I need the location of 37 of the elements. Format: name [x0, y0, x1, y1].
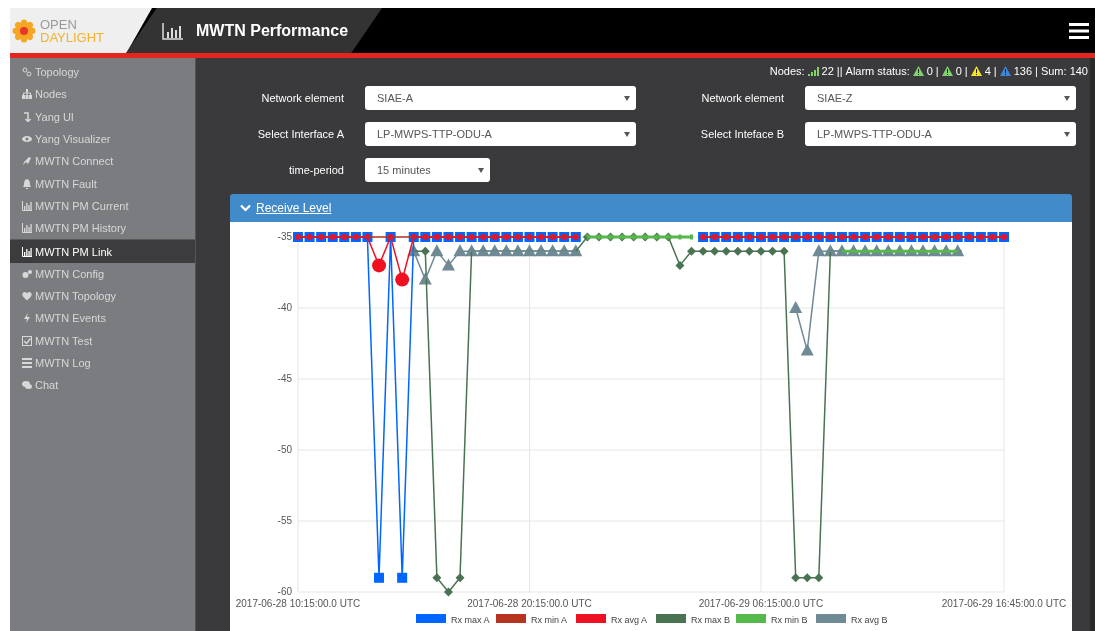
status-text: Nodes:: [769, 65, 805, 77]
axis-label: -50: [277, 444, 292, 455]
status-text: 0: [955, 65, 962, 77]
axis-label: 2017-06-28 10:15:00.0 UTC: [235, 598, 361, 609]
status-text: 136: [1013, 65, 1033, 77]
status-text: |: [993, 65, 997, 77]
status-text: |: [964, 65, 968, 77]
axis-label: 2017-06-29 16:45:00.0 UTC: [941, 598, 1067, 609]
axis-label: -55: [277, 515, 292, 526]
legend-label: Rx avg A: [611, 615, 648, 625]
axis-label: 2017-06-29 06:15:00.0 UTC: [698, 598, 824, 609]
axis-label: -40: [277, 302, 292, 313]
logo-text: DAYLIGHT: [40, 30, 105, 44]
status-text: 0: [926, 65, 933, 77]
status-text: Alarm status:: [845, 65, 910, 77]
axis-label: -60: [277, 586, 292, 597]
status-text: |: [1035, 65, 1038, 77]
axis-label: -45: [277, 373, 292, 384]
status-text: 4: [984, 65, 991, 77]
legend-label: Rx min A: [531, 615, 567, 625]
status-text: Sum: 140: [1040, 65, 1088, 77]
field-label: Select Inteface B: [699, 128, 785, 140]
status-text: |: [935, 65, 939, 77]
status-text: 22: [821, 65, 834, 77]
status-text: ||: [836, 65, 843, 77]
page-title: MWTN Performance: [196, 21, 349, 40]
logo-text: OPEN: [40, 17, 78, 31]
legend-label: Rx max A: [451, 615, 490, 625]
field-label: Select Interface A: [256, 128, 345, 140]
legend-label: Rx min B: [771, 615, 808, 625]
axis-label: -35: [277, 231, 292, 242]
legend-label: Rx max B: [691, 615, 730, 625]
field-label: time-period: [287, 164, 345, 176]
axis-label: 2017-06-28 20:15:00.0 UTC: [467, 598, 592, 609]
field-label: Network element: [700, 92, 785, 104]
field-label: Network element: [260, 92, 345, 104]
legend-label: Rx avg B: [851, 615, 888, 625]
